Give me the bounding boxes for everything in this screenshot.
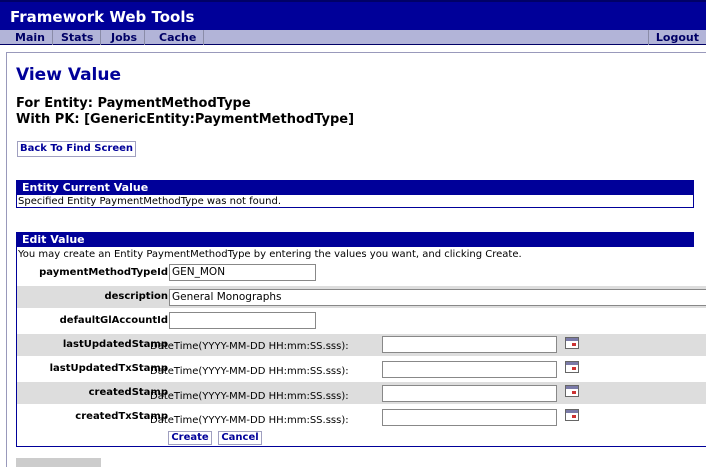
datetime-hint: DateTime(YYYY-MM-DD HH:mm:SS.sss): bbox=[150, 366, 349, 377]
calendar-icon[interactable] bbox=[565, 409, 579, 421]
nav-bar: Main Stats Jobs Cache Logout bbox=[0, 30, 706, 45]
header-bar: Framework Web Tools bbox=[0, 0, 706, 30]
nav-item-jobs[interactable]: Jobs bbox=[104, 30, 146, 45]
edit-instructions: You may create an Entity PaymentMethodTy… bbox=[18, 249, 522, 260]
cancel-button[interactable]: Cancel bbox=[218, 431, 262, 445]
primary-key-line: With PK: [GenericEntity:PaymentMethodTyp… bbox=[16, 112, 355, 127]
default-gl-account-id-input[interactable] bbox=[169, 312, 316, 329]
datetime-hint: DateTime(YYYY-MM-DD HH:mm:SS.sss): bbox=[150, 341, 349, 352]
last-updated-stamp-input[interactable] bbox=[382, 336, 557, 353]
entity-name-line: For Entity: PaymentMethodType bbox=[16, 96, 251, 111]
app-title: Framework Web Tools bbox=[10, 8, 195, 26]
page-title: View Value bbox=[16, 65, 121, 85]
edit-value-heading: Edit Value bbox=[16, 232, 694, 247]
field-row-created-tx-stamp: createdTxStamp bbox=[17, 406, 706, 428]
payment-method-type-id-input[interactable]: GEN_MON bbox=[169, 264, 316, 281]
field-row-default-gl-account-id: defaultGlAccountId bbox=[17, 310, 706, 332]
created-tx-stamp-input[interactable] bbox=[382, 409, 557, 426]
created-stamp-input[interactable] bbox=[382, 385, 557, 402]
datetime-hint: DateTime(YYYY-MM-DD HH:mm:SS.sss): bbox=[150, 391, 349, 402]
field-label: defaultGlAccountId bbox=[59, 315, 168, 326]
calendar-icon[interactable] bbox=[565, 385, 579, 397]
nav-item-main[interactable]: Main bbox=[8, 30, 53, 45]
last-updated-tx-stamp-input[interactable] bbox=[382, 361, 557, 378]
field-label: description bbox=[104, 291, 168, 302]
logout-link[interactable]: Logout bbox=[647, 30, 706, 45]
field-row-last-updated-tx-stamp: lastUpdatedTxStamp bbox=[17, 358, 706, 380]
calendar-icon[interactable] bbox=[565, 361, 579, 373]
scrollbar-fragment bbox=[16, 458, 101, 467]
nav-item-cache[interactable]: Cache bbox=[152, 30, 205, 45]
app-window: Framework Web Tools Main Stats Jobs Cach… bbox=[0, 0, 706, 467]
datetime-hint: DateTime(YYYY-MM-DD HH:mm:SS.sss): bbox=[150, 415, 349, 426]
field-row-payment-method-type-id: paymentMethodTypeId bbox=[17, 262, 706, 284]
not-found-message: Specified Entity PaymentMethodType was n… bbox=[18, 196, 281, 207]
calendar-icon[interactable] bbox=[565, 337, 579, 349]
description-input[interactable]: General Monographs bbox=[169, 289, 706, 306]
create-button[interactable]: Create bbox=[168, 431, 212, 445]
back-to-find-button[interactable]: Back To Find Screen bbox=[17, 141, 136, 157]
field-row-created-stamp: createdStamp bbox=[17, 382, 706, 404]
field-row-last-updated-stamp: lastUpdatedStamp bbox=[17, 334, 706, 356]
nav-item-stats[interactable]: Stats bbox=[54, 30, 102, 45]
current-value-heading: Entity Current Value bbox=[16, 180, 694, 195]
field-label: paymentMethodTypeId bbox=[39, 267, 168, 278]
